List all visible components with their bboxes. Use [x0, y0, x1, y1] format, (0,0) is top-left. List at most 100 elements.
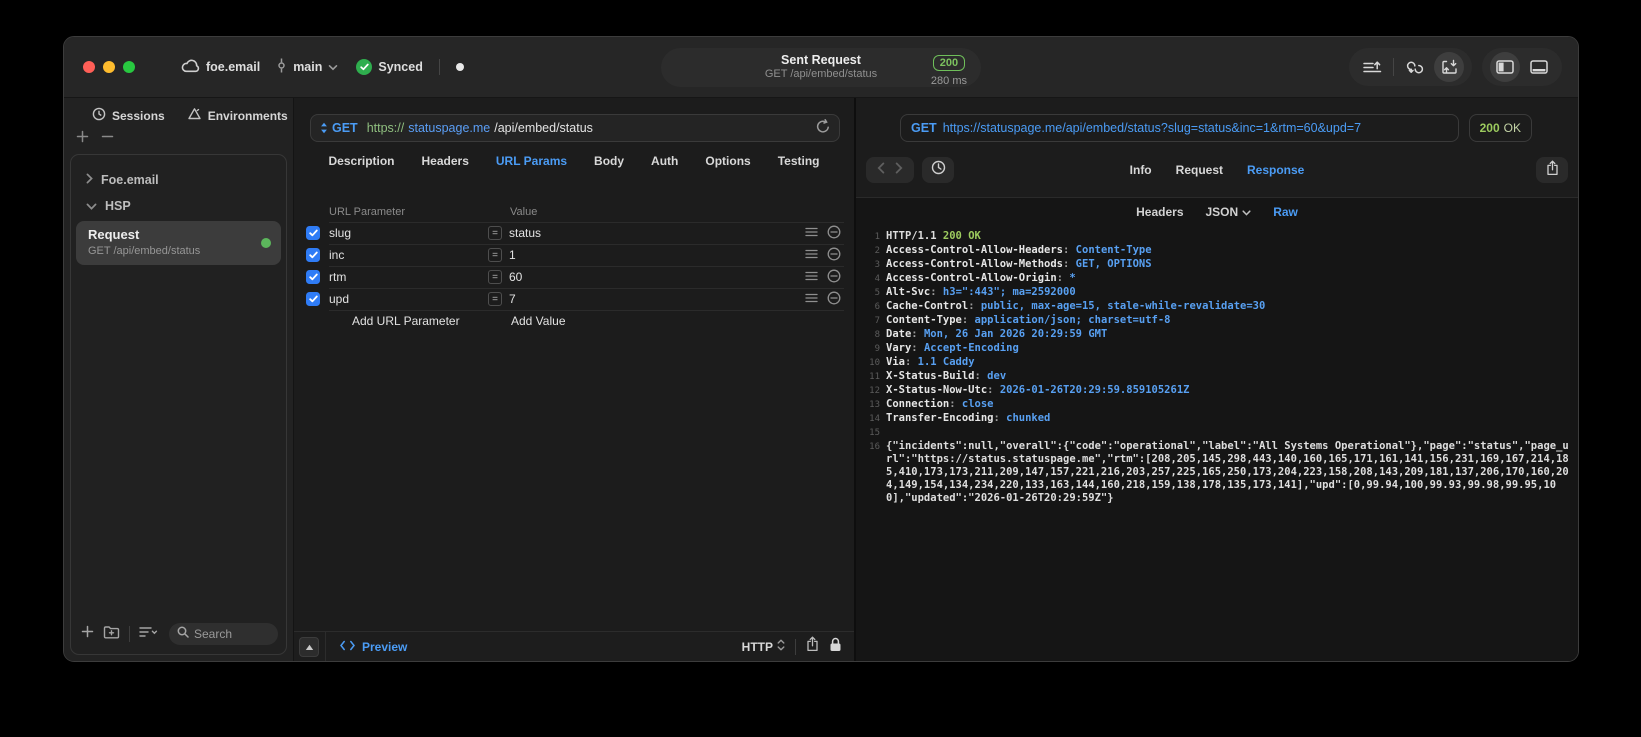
dynamic-values-button[interactable]	[1400, 52, 1430, 82]
request-url-bar[interactable]: GET https://statuspage.me/api/embed/stat…	[310, 114, 840, 142]
add-value-cell[interactable]: Add Value	[511, 314, 566, 328]
code-line: 16 {"incidents":null,"overall":{"code":"o…	[856, 440, 1570, 505]
sort-options-button[interactable]	[139, 625, 158, 643]
reorder-handle-icon[interactable]	[805, 292, 818, 306]
remove-param-icon[interactable]	[827, 247, 841, 264]
tab-testing[interactable]: Testing	[778, 154, 820, 168]
method-selector-icon[interactable]	[320, 122, 328, 134]
value-type-selector[interactable]: =	[488, 226, 502, 240]
share-request-button[interactable]	[806, 636, 819, 657]
request-order-button[interactable]	[1357, 52, 1387, 82]
tree-group-foe-email[interactable]: Foe.email	[76, 167, 281, 193]
response-request-url[interactable]: GET https://statuspage.me/api/embed/stat…	[900, 114, 1459, 142]
forward-button[interactable]	[895, 161, 903, 179]
updown-chevrons-icon	[777, 639, 785, 654]
tab-headers[interactable]: Headers	[422, 154, 469, 168]
tab-sessions-label: Sessions	[112, 108, 165, 123]
resend-button[interactable]	[816, 119, 830, 137]
tree-group-hsp[interactable]: HSP	[76, 193, 281, 219]
param-checkbox[interactable]	[306, 292, 320, 306]
remove-param-icon[interactable]	[827, 225, 841, 242]
add-item-button[interactable]	[76, 130, 89, 148]
divider	[129, 626, 130, 642]
new-request-button[interactable]	[81, 625, 94, 643]
preview-toggle[interactable]: Preview	[340, 640, 407, 654]
tab-sessions[interactable]: Sessions	[92, 107, 165, 124]
line-number: 15	[869, 428, 880, 438]
column-header-param: URL Parameter	[329, 206, 406, 218]
expand-panel-button[interactable]	[299, 636, 319, 657]
remove-param-icon[interactable]	[827, 269, 841, 286]
zoom-window-button[interactable]	[123, 61, 135, 73]
close-window-button[interactable]	[83, 61, 95, 73]
param-value-cell[interactable]: status	[509, 226, 541, 240]
reorder-handle-icon[interactable]	[805, 248, 818, 262]
param-checkbox[interactable]	[306, 270, 320, 284]
url-host: statuspage.me	[408, 121, 491, 135]
param-name-cell[interactable]: upd	[329, 292, 488, 306]
subtab-raw[interactable]: Raw	[1273, 205, 1298, 219]
tab-url-params[interactable]: URL Params	[496, 154, 567, 168]
code-line: 7 Content-Type: application/json; charset…	[856, 314, 1570, 328]
toggle-sidebar-button[interactable]	[1490, 52, 1520, 82]
history-button[interactable]	[922, 157, 954, 183]
tab-request[interactable]: Request	[1176, 163, 1223, 177]
value-type-selector[interactable]: =	[488, 292, 502, 306]
triangle-up-icon	[305, 638, 314, 656]
tab-info[interactable]: Info	[1130, 163, 1152, 177]
tab-options[interactable]: Options	[705, 154, 750, 168]
response-code[interactable]: 1 HTTP/1.1 200 OK 2 Access-Control-Allow-He…	[856, 226, 1578, 661]
git-branch-icon	[276, 58, 287, 76]
export-response-button[interactable]	[1536, 157, 1568, 183]
workspace-selector[interactable]: foe.email	[181, 59, 260, 76]
branch-selector[interactable]: main	[276, 58, 338, 76]
url-params-table: URL Parameter Value slug = status inc = …	[294, 202, 854, 332]
folder-plus-icon	[103, 625, 120, 643]
method-label[interactable]: GET	[332, 121, 358, 135]
sync-status[interactable]: Synced	[356, 59, 423, 75]
subtab-headers[interactable]: Headers	[1136, 205, 1183, 219]
tab-response[interactable]: Response	[1247, 163, 1304, 177]
request-tabs: Description Headers URL Params Body Auth Opti…	[294, 142, 854, 180]
chevron-down-icon	[328, 60, 338, 74]
search-icon	[177, 625, 189, 643]
status-code-badge: 200	[932, 55, 966, 72]
minimize-window-button[interactable]	[103, 61, 115, 73]
tab-environments[interactable]: Environments	[187, 107, 288, 124]
param-checkbox[interactable]	[306, 248, 320, 262]
param-value-cell[interactable]: 60	[509, 270, 522, 284]
toggle-bottom-panel-button[interactable]	[1524, 52, 1554, 82]
chevron-down-icon	[1242, 205, 1251, 219]
lock-button[interactable]	[829, 637, 842, 657]
add-param-cell[interactable]: Add URL Parameter	[329, 314, 511, 328]
reorder-handle-icon[interactable]	[805, 226, 818, 240]
sent-request-summary[interactable]: Sent Request GET /api/embed/status 200 2…	[661, 48, 981, 87]
reorder-handle-icon[interactable]	[805, 270, 818, 284]
remove-param-icon[interactable]	[827, 291, 841, 308]
param-name-cell[interactable]: inc	[329, 248, 488, 262]
remove-item-button[interactable]	[101, 130, 114, 148]
param-name-cell[interactable]: rtm	[329, 270, 488, 284]
url-scheme: https://	[366, 121, 405, 135]
history-nav	[866, 157, 914, 183]
param-name-cell[interactable]: slug	[329, 226, 488, 240]
tab-description[interactable]: Description	[329, 154, 395, 168]
value-type-selector[interactable]: =	[488, 248, 502, 262]
tab-auth[interactable]: Auth	[651, 154, 678, 168]
param-value-cell[interactable]: 7	[509, 292, 516, 306]
protocol-selector[interactable]: HTTP	[742, 639, 785, 654]
param-value-cell[interactable]: 1	[509, 248, 516, 262]
import-export-button[interactable]	[1434, 52, 1464, 82]
desktop: foe.email main Synced Sent Request GET /	[0, 0, 1641, 737]
line-number: 13	[869, 400, 880, 410]
search-input[interactable]	[194, 627, 270, 641]
request-list-item-selected[interactable]: Request GET /api/embed/status	[76, 221, 281, 266]
value-type-selector[interactable]: =	[488, 270, 502, 284]
param-checkbox[interactable]	[306, 226, 320, 240]
new-folder-button[interactable]	[103, 625, 120, 644]
tree-group-label: Foe.email	[101, 173, 159, 187]
back-button[interactable]	[877, 161, 885, 179]
sidebar-left-icon	[1496, 60, 1514, 74]
tab-body[interactable]: Body	[594, 154, 624, 168]
subtab-json[interactable]: JSON	[1206, 205, 1252, 219]
